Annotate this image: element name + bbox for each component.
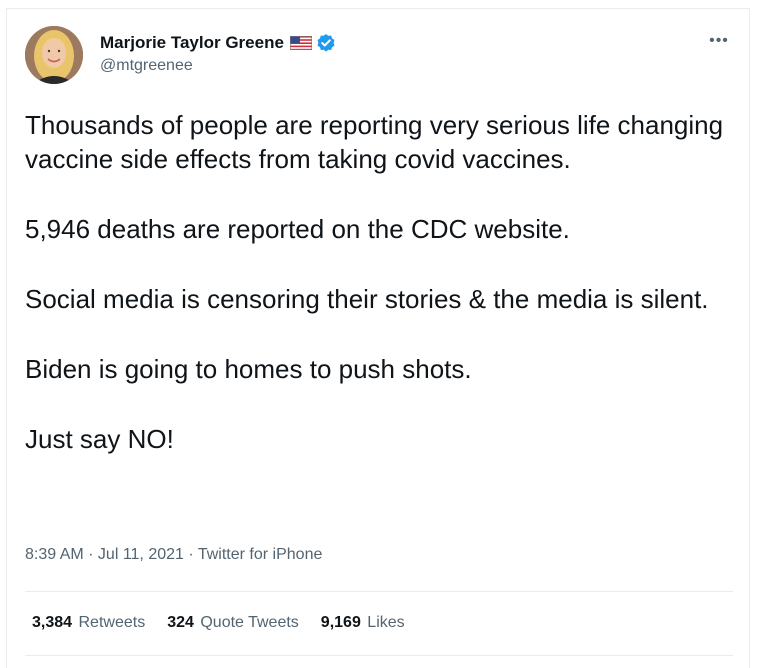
tweet-paragraph: Thousands of people are reporting very s…: [25, 110, 724, 174]
meta-separator: ·: [183, 546, 198, 563]
likes-stat[interactable]: 9,169 Likes: [321, 614, 405, 632]
tweet-time[interactable]: 8:39 AM: [25, 546, 84, 563]
divider: [25, 591, 733, 592]
tweet-paragraph: Social media is censoring their stories …: [25, 284, 709, 314]
retweets-stat[interactable]: 3,384 Retweets: [32, 614, 145, 632]
tweet-source[interactable]: Twitter for iPhone: [198, 546, 323, 563]
retweets-label: Retweets: [78, 614, 146, 631]
tweet-header: Marjorie Taylor Greene @mtgreenee •••: [25, 26, 735, 86]
handle[interactable]: @mtgreenee: [100, 57, 336, 75]
more-icon[interactable]: •••: [707, 33, 731, 52]
tweet-paragraph: Just say NO!: [25, 424, 174, 454]
tweet-date[interactable]: Jul 11, 2021: [98, 546, 184, 563]
divider: [25, 655, 733, 656]
tweet-meta: 8:39 AM · Jul 11, 2021 · Twitter for iPh…: [25, 546, 322, 564]
author-info: Marjorie Taylor Greene @mtgreenee: [100, 31, 336, 75]
avatar[interactable]: [25, 26, 83, 84]
display-name[interactable]: Marjorie Taylor Greene: [100, 33, 284, 53]
quote-tweets-stat[interactable]: 324 Quote Tweets: [167, 614, 299, 632]
retweets-count: 3,384: [32, 614, 73, 631]
likes-label: Likes: [367, 614, 405, 631]
tweet-stats: 3,384 Retweets 324 Quote Tweets 9,169 Li…: [32, 614, 405, 632]
verified-badge-icon: [316, 33, 336, 53]
quote-tweets-label: Quote Tweets: [200, 614, 299, 631]
name-row: Marjorie Taylor Greene: [100, 31, 336, 55]
tweet-card: Marjorie Taylor Greene @mtgreenee ••• Th…: [6, 8, 750, 668]
us-flag-icon: [289, 36, 312, 50]
quote-tweets-count: 324: [167, 614, 194, 631]
likes-count: 9,169: [320, 614, 361, 631]
meta-separator: ·: [83, 546, 98, 563]
tweet-text: Thousands of people are reporting very s…: [25, 108, 725, 492]
tweet-paragraph: 5,946 deaths are reported on the CDC web…: [25, 214, 570, 244]
tweet-paragraph: Biden is going to homes to push shots.: [25, 354, 472, 384]
